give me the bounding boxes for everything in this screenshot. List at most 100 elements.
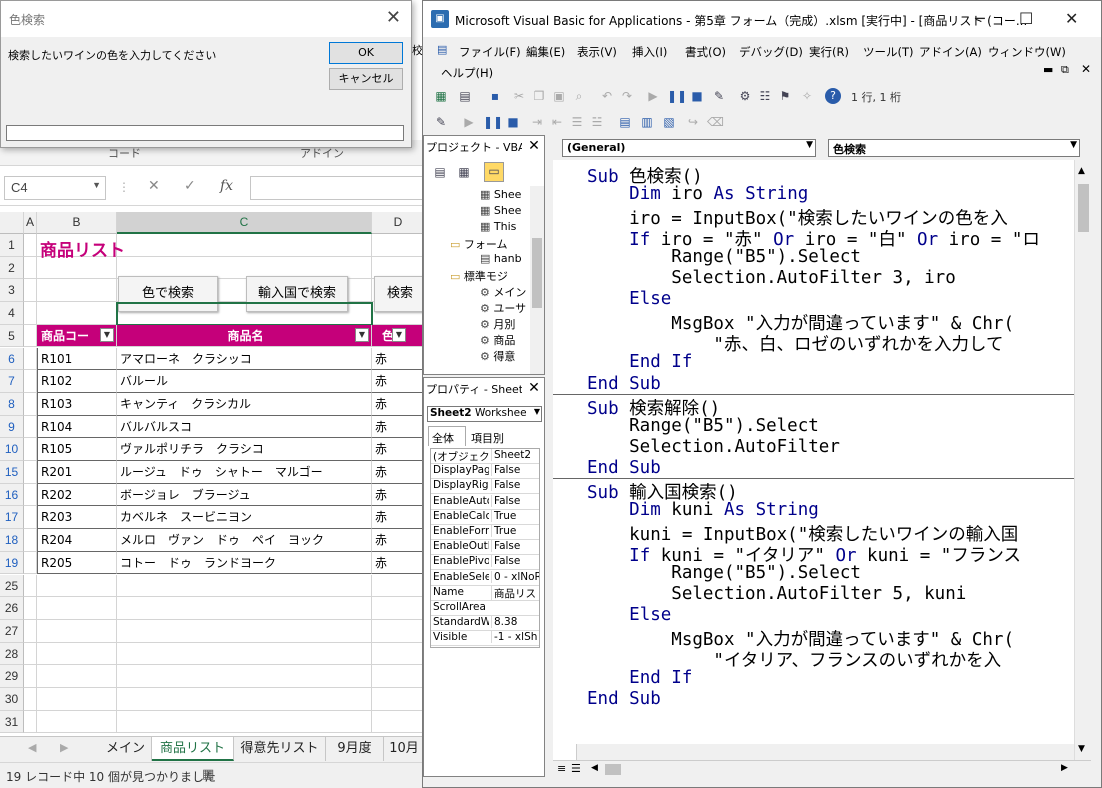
grid-cell[interactable] [117, 710, 372, 734]
product-name-cell[interactable]: アマローネ クラシッコ [117, 347, 372, 371]
row-header[interactable]: 27 [0, 619, 24, 643]
code-line[interactable]: Selection.AutoFilter 3, iro [587, 268, 955, 288]
color-cell[interactable]: 赤 [372, 551, 425, 575]
tree-item[interactable]: ⚙ 商品 [480, 332, 515, 348]
tree-item[interactable]: ⚙ ユーサ [480, 300, 526, 316]
clear-bookmarks-icon[interactable]: ⌫ [707, 114, 724, 130]
tree-item[interactable]: ▦ Shee [480, 204, 521, 217]
select-all-corner[interactable] [0, 212, 24, 234]
col-header-d[interactable]: D [372, 212, 425, 234]
grid-cell[interactable] [117, 688, 372, 711]
module-icon[interactable]: ▤ [437, 43, 447, 56]
code-line[interactable]: Range("B5").Select [587, 563, 861, 583]
menu-file[interactable]: ファイル(F) [459, 44, 521, 60]
product-name-cell[interactable]: メルロ ヴァン ドゥ ペイ ヨック [117, 529, 372, 552]
ok-button[interactable]: OK [329, 42, 403, 64]
row-header[interactable]: 7 [0, 370, 24, 393]
grid-cell[interactable] [24, 551, 37, 575]
pause-icon[interactable]: ❚❚ [483, 114, 503, 130]
toggle-folders-icon[interactable]: ▭ [484, 162, 504, 182]
code-vertical-scrollbar[interactable]: ▲ ▼ [1074, 160, 1091, 760]
code-line[interactable]: End Sub [587, 689, 661, 709]
grid-cell[interactable] [24, 688, 37, 711]
code-line[interactable]: Else [587, 289, 671, 309]
props-tab-categorized[interactable]: 項目別 [468, 428, 516, 446]
property-value[interactable]: False [491, 494, 539, 507]
property-row[interactable]: DisplayRig False [431, 479, 539, 495]
active-cell-c4[interactable] [116, 302, 373, 326]
find-icon[interactable]: ⌕ [571, 88, 587, 104]
row-header[interactable]: 6 [0, 347, 24, 371]
grid-cell[interactable] [37, 574, 117, 598]
grid-cell[interactable] [24, 483, 37, 507]
grid-cell[interactable] [24, 347, 37, 371]
row-header[interactable]: 3 [0, 279, 24, 303]
grid-cell[interactable] [24, 665, 37, 688]
run-icon[interactable]: ▶ [461, 114, 477, 130]
color-cell[interactable]: 赤 [372, 483, 425, 507]
formula-input[interactable] [250, 176, 425, 200]
product-name-cell[interactable]: カベルネ スービニヨン [117, 506, 372, 530]
product-name-cell[interactable]: バルール [117, 370, 372, 393]
scroll-left-icon[interactable]: ◀ [591, 763, 598, 773]
grid-cell[interactable] [24, 438, 37, 461]
grid-cell[interactable] [37, 665, 117, 688]
properties-grid[interactable]: (オブジェクトSheet2DisplayPagFalseDisplayRigFa… [430, 448, 540, 648]
code-line[interactable]: Else [587, 605, 671, 625]
redo-icon[interactable]: ↷ [619, 88, 635, 104]
row-header[interactable]: 1 [0, 234, 24, 257]
tab-scroll-left-icon[interactable]: ◀ [28, 741, 36, 754]
cancel-icon[interactable]: ✕ [148, 178, 160, 194]
property-value[interactable]: False [491, 464, 539, 477]
property-row[interactable]: DisplayPag False [431, 464, 539, 480]
sheet-tab-product-list[interactable]: 商品リスト [152, 737, 234, 761]
row-header[interactable]: 16 [0, 483, 24, 507]
property-row[interactable]: EnableSele 0 - xlNoR [431, 570, 539, 586]
product-name-cell[interactable]: バルバルスコ [117, 415, 372, 439]
minimize-icon[interactable]: ─ [975, 9, 985, 28]
child-close-icon[interactable]: ✕ [1081, 62, 1091, 76]
full-module-view-icon[interactable]: ☰ [571, 762, 581, 775]
grid-cell[interactable] [24, 597, 37, 620]
filter-dropdown-icon[interactable]: ▼ [355, 327, 369, 342]
menu-format[interactable]: 書式(O) [685, 44, 726, 60]
code-line[interactable]: Selection.AutoFilter [587, 437, 840, 457]
grid-cell[interactable] [117, 665, 372, 688]
color-cell[interactable]: 赤 [372, 461, 425, 484]
cancel-button[interactable]: キャンセル [329, 68, 403, 90]
scroll-down-icon[interactable]: ▼ [1078, 744, 1085, 754]
view-excel-icon[interactable]: ▦ [433, 88, 449, 104]
product-name-cell[interactable]: キャンティ クラシカル [117, 392, 372, 416]
undo-icon[interactable]: ↶ [599, 88, 615, 104]
property-row[interactable]: (オブジェクトSheet2 [431, 449, 539, 464]
dialog-titlebar[interactable]: 色検索 ✕ [1, 1, 411, 37]
filter-applied-icon[interactable]: ▼ [392, 327, 406, 342]
scroll-thumb[interactable] [532, 238, 542, 308]
dialog-input[interactable] [6, 125, 404, 141]
row-header[interactable]: 9 [0, 415, 24, 439]
grid-cell[interactable] [24, 234, 37, 257]
tree-item[interactable]: ⚙ メイン [480, 284, 526, 300]
grid-cell[interactable] [117, 574, 372, 598]
tab-scroll-right-icon[interactable]: ▶ [60, 741, 68, 754]
grid-cell[interactable] [117, 619, 372, 643]
grid-cell[interactable] [37, 710, 117, 734]
menu-run[interactable]: 実行(R) [809, 44, 849, 60]
copy-icon[interactable]: ❐ [531, 88, 547, 104]
tree-folder[interactable]: ▭ 標準モジ [450, 268, 508, 284]
maximize-icon[interactable]: ☐ [1019, 9, 1033, 28]
grid-cell[interactable] [372, 574, 425, 598]
col-header-a[interactable]: A [24, 212, 37, 234]
row-header[interactable]: 15 [0, 461, 24, 484]
tree-item[interactable]: ▦ Shee [480, 188, 521, 201]
code-line[interactable]: End If [587, 352, 692, 372]
child-restore-icon[interactable]: ⧉ [1061, 63, 1069, 77]
code-line[interactable]: Dim iro As String [587, 184, 808, 204]
grid-cell[interactable] [24, 256, 37, 280]
product-name-cell[interactable]: コトー ドゥ ランドヨーク [117, 551, 372, 575]
outdent-icon[interactable]: ⇤ [549, 114, 565, 130]
run-icon[interactable]: ▶ [645, 88, 661, 104]
row-header[interactable]: 29 [0, 665, 24, 688]
product-code-cell[interactable]: R104 [37, 415, 117, 439]
code-line[interactable]: End Sub [587, 458, 661, 478]
